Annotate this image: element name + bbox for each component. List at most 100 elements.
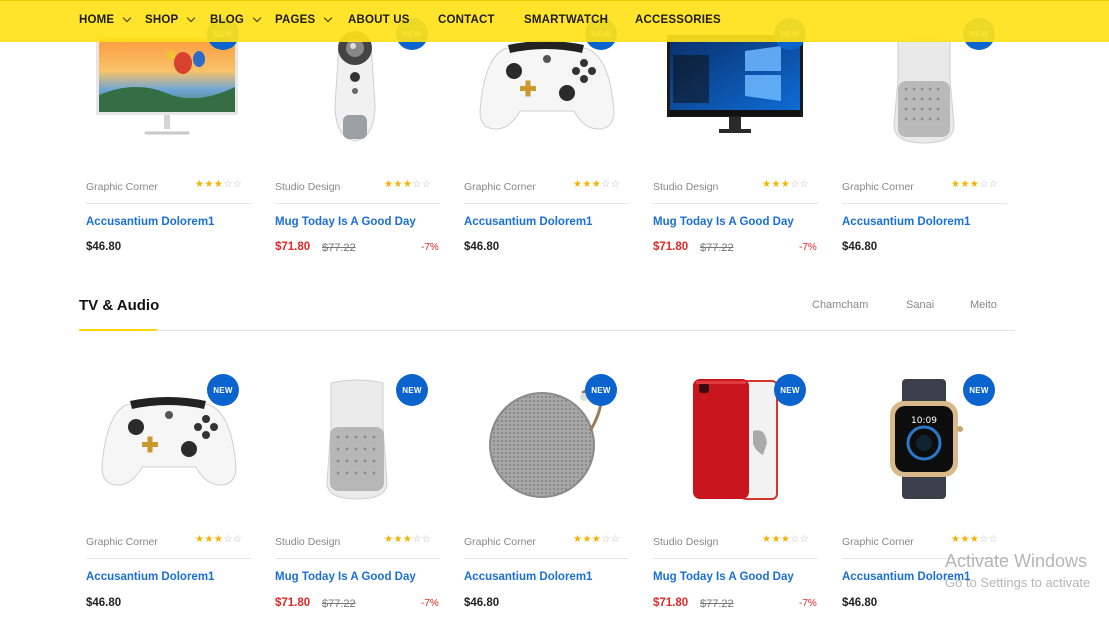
old-price: $77.22 (700, 242, 734, 254)
product-price: $46.80 (842, 597, 878, 609)
nav-item-label: BLOG (210, 14, 245, 26)
nav-item-contact[interactable]: CONTACT (438, 14, 495, 26)
rating-stars: ★★★☆☆ (762, 534, 810, 545)
nav-item-blog[interactable]: BLOG (210, 13, 262, 26)
nav-item-accessories[interactable]: ACCESSORIES (635, 14, 721, 26)
product-price: $46.80 (464, 597, 500, 609)
product-vendor[interactable]: Studio Design (653, 536, 718, 548)
nav-item-label: SHOP (145, 14, 179, 26)
product-card[interactable]: NEW Studio Design ★★★☆☆ Mug Today Is A G… (275, 371, 440, 622)
old-price: $77.22 (700, 598, 734, 610)
product-name[interactable]: Mug Today Is A Good Day (275, 571, 416, 583)
rating-stars: ★★★☆☆ (384, 179, 432, 190)
divider (653, 203, 818, 204)
divider (653, 558, 818, 559)
product-vendor[interactable]: Graphic Corner (86, 536, 158, 548)
main-navigation: HOME SHOP BLOG PAGES ABOUT US CONTACT SM… (0, 0, 1109, 42)
tab-meito[interactable]: Meito (970, 299, 997, 311)
divider (464, 203, 629, 204)
product-vendor[interactable]: Graphic Corner (842, 181, 914, 193)
section-title: TV & Audio (79, 297, 160, 314)
product-vendor[interactable]: Graphic Corner (86, 181, 158, 193)
product-name[interactable]: Mug Today Is A Good Day (653, 216, 794, 228)
divider (275, 558, 440, 559)
activation-watermark-subtitle: Go to Settings to activate (945, 575, 1091, 590)
divider (86, 203, 251, 204)
product-card[interactable]: NEW Studio Design ★★★☆☆ Mug Today Is A G… (275, 15, 440, 285)
nav-item-pages[interactable]: PAGES (275, 13, 333, 26)
product-price: $71.80 (653, 597, 689, 609)
product-card[interactable]: NEW Graphic Corner ★★★☆☆ Accusantium Dol… (86, 15, 251, 285)
product-name[interactable]: Mug Today Is A Good Day (653, 571, 794, 583)
product-name[interactable]: Accusantium Dolorem1 (86, 216, 214, 228)
divider (86, 558, 251, 559)
product-card[interactable]: NEW Graphic Corner ★★★☆☆ Accusantium Dol… (842, 15, 1007, 285)
nav-item-label: SMARTWATCH (524, 14, 609, 26)
product-vendor[interactable]: Graphic Corner (842, 536, 914, 548)
product-vendor[interactable]: Studio Design (653, 181, 718, 193)
product-vendor[interactable]: Graphic Corner (464, 536, 536, 548)
rating-stars: ★★★☆☆ (951, 179, 999, 190)
old-price: $77.22 (322, 242, 356, 254)
chevron-down-icon (187, 13, 196, 23)
nav-item-smartwatch[interactable]: SMARTWATCH (524, 14, 608, 26)
product-price: $71.80 (275, 241, 311, 253)
product-price: $71.80 (275, 597, 311, 609)
rating-stars: ★★★☆☆ (573, 534, 621, 545)
product-card[interactable]: NEW Graphic Corner ★★★☆☆ Accusantium Dol… (86, 371, 251, 622)
divider (842, 203, 1007, 204)
product-name[interactable]: Accusantium Dolorem1 (464, 216, 592, 228)
rating-stars: ★★★☆☆ (573, 179, 621, 190)
product-vendor[interactable]: Studio Design (275, 536, 340, 548)
new-badge: NEW (774, 374, 806, 406)
new-badge: NEW (585, 374, 617, 406)
nav-item-label: CONTACT (438, 14, 495, 26)
new-badge: NEW (207, 374, 239, 406)
new-badge: NEW (396, 374, 428, 406)
product-price: $46.80 (464, 241, 500, 253)
section-divider (79, 330, 1015, 331)
product-price: $46.80 (86, 241, 122, 253)
nav-item-shop[interactable]: SHOP (145, 13, 196, 26)
discount-label: -7% (421, 598, 439, 609)
product-name[interactable]: Accusantium Dolorem1 (86, 571, 214, 583)
activation-watermark-title: Activate Windows (945, 551, 1088, 571)
chevron-down-icon (252, 13, 262, 23)
product-vendor[interactable]: Studio Design (275, 181, 340, 193)
divider (275, 203, 440, 204)
nav-item-home[interactable]: HOME (79, 13, 132, 26)
product-card[interactable]: NEW Studio Design ★★★☆☆ Mug Today Is A G… (653, 15, 818, 285)
product-vendor[interactable]: Graphic Corner (464, 181, 536, 193)
tab-sanai[interactable]: Sanai (906, 299, 934, 311)
product-name[interactable]: Accusantium Dolorem1 (464, 571, 592, 583)
old-price: $77.22 (322, 598, 356, 610)
new-badge: NEW (963, 374, 995, 406)
product-price: $46.80 (842, 241, 878, 253)
svg-text:10:09: 10:09 (911, 416, 937, 426)
nav-item-label: PAGES (275, 14, 316, 26)
product-card[interactable]: NEW Graphic Corner ★★★☆☆ Accusantium Dol… (464, 371, 629, 622)
rating-stars: ★★★☆☆ (195, 534, 243, 545)
chevron-down-icon (324, 13, 333, 23)
section-accent-underline (79, 329, 157, 331)
discount-label: -7% (799, 242, 817, 253)
nav-item-label: HOME (79, 14, 115, 26)
product-card[interactable]: NEW Studio Design ★★★☆☆ Mug Today Is A G… (653, 371, 818, 622)
nav-item-about-us[interactable]: ABOUT US (348, 14, 410, 26)
product-price: $46.80 (86, 597, 122, 609)
discount-label: -7% (799, 598, 817, 609)
nav-item-label: ACCESSORIES (635, 14, 721, 26)
product-name[interactable]: Mug Today Is A Good Day (275, 216, 416, 228)
rating-stars: ★★★☆☆ (951, 534, 999, 545)
chevron-down-icon (123, 13, 132, 23)
product-name[interactable]: Accusantium Dolorem1 (842, 216, 970, 228)
rating-stars: ★★★☆☆ (762, 179, 810, 190)
nav-item-label: ABOUT US (348, 14, 410, 26)
product-card[interactable]: NEW Graphic Corner ★★★☆☆ Accusantium Dol… (464, 15, 629, 285)
divider (464, 558, 629, 559)
rating-stars: ★★★☆☆ (384, 534, 432, 545)
rating-stars: ★★★☆☆ (195, 179, 243, 190)
tab-chamcham[interactable]: Chamcham (812, 299, 868, 311)
discount-label: -7% (421, 242, 439, 253)
product-price: $71.80 (653, 241, 689, 253)
